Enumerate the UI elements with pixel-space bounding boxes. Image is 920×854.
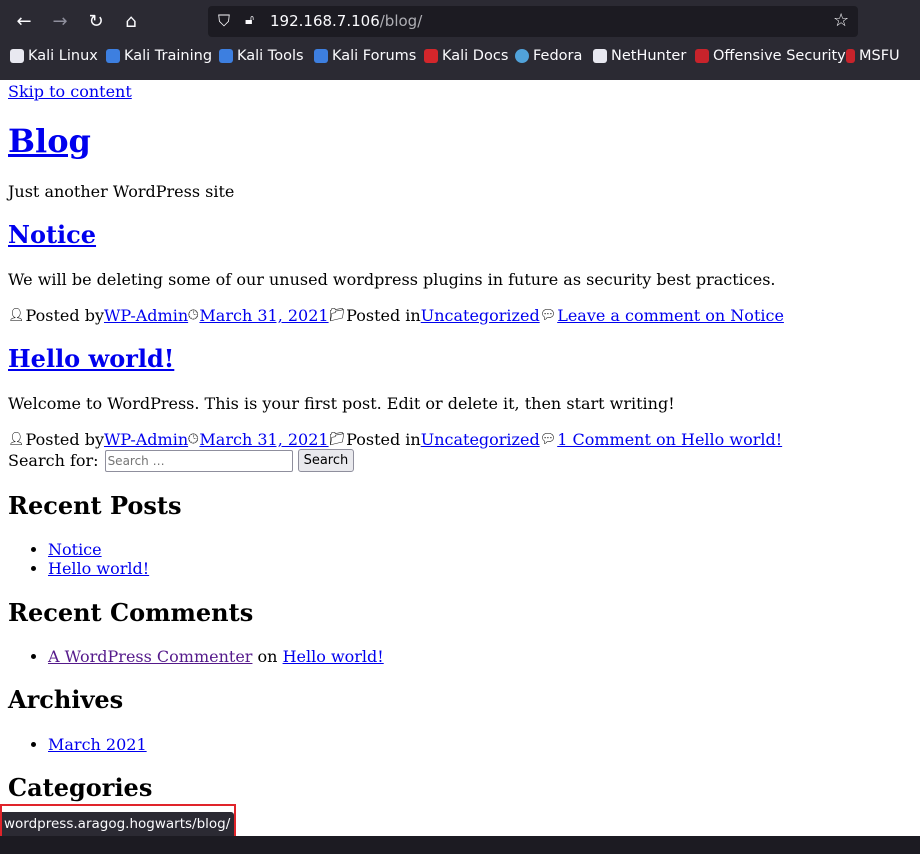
address-bar[interactable]: ⛉ 🔓︎ 192.168.7.106/blog/ ☆	[208, 6, 858, 37]
url-host: 192.168.7.106	[270, 12, 380, 30]
fedora-icon	[515, 49, 529, 63]
post-meta-hello-world: 👤︎ Posted by WP-Admin 🕒︎ March 31, 2021 …	[8, 430, 782, 449]
search-input[interactable]	[104, 449, 293, 472]
clock-icon: 🕒︎	[188, 308, 199, 323]
site-tagline: Just another WordPress site	[8, 182, 235, 201]
kali-tools-icon	[219, 49, 233, 63]
recent-comments-heading: Recent Comments	[8, 598, 254, 627]
bookmark-kali-docs[interactable]: Kali Docs	[424, 48, 508, 64]
back-arrow-icon[interactable]: ←	[11, 9, 37, 35]
bookmark-offensive-security[interactable]: Offensive Security	[695, 48, 846, 64]
author-link[interactable]: WP-Admin	[104, 306, 188, 325]
bookmark-label: Kali Tools	[237, 48, 304, 64]
categories-heading: Categories	[8, 773, 153, 802]
archive-link[interactable]: March 2021	[48, 735, 147, 754]
bookmark-label: Fedora	[533, 48, 583, 64]
offsec-icon	[695, 49, 709, 63]
bookmark-label: Kali Docs	[442, 48, 509, 64]
comment-icon: 💬︎	[539, 308, 557, 323]
kali-forums-icon	[314, 49, 328, 63]
kali-training-icon	[106, 49, 120, 63]
shield-icon[interactable]: ⛉	[218, 11, 230, 31]
folder-icon: 📁︎	[328, 432, 346, 447]
forward-arrow-icon[interactable]: →	[47, 9, 73, 35]
bookmark-label: Kali Training	[124, 48, 213, 64]
search-label: Search for:	[8, 451, 99, 470]
comments-link[interactable]: Leave a comment on Notice	[557, 306, 784, 325]
date-link[interactable]: March 31, 2021	[199, 306, 328, 325]
site-title[interactable]: Blog	[8, 122, 91, 160]
reload-icon[interactable]: ↻	[83, 9, 109, 35]
list-item: Hello world!	[48, 559, 149, 578]
url-text: 192.168.7.106/blog/	[270, 12, 422, 30]
post-body-hello-world: Welcome to WordPress. This is your first…	[8, 394, 675, 413]
on-word: on	[257, 647, 278, 666]
person-icon: 👤︎	[8, 432, 25, 447]
category-link[interactable]: Uncategorized	[421, 430, 540, 449]
browser-toolbar: ← → ↻ ⌂ ⛉ 🔓︎ 192.168.7.106/blog/ ☆ Kali …	[0, 0, 920, 80]
post-title-hello-world[interactable]: Hello world!	[8, 344, 174, 373]
bookmark-fedora[interactable]: Fedora	[515, 48, 582, 64]
post-meta-notice: 👤︎ Posted by WP-Admin 🕒︎ March 31, 2021 …	[8, 306, 784, 325]
taskbar	[0, 836, 920, 854]
list-item: March 2021	[48, 735, 147, 754]
bookmark-kali-forums[interactable]: Kali Forums	[314, 48, 416, 64]
list-item: A WordPress Commenter on Hello world!	[48, 647, 384, 666]
recent-posts-list: Notice Hello world!	[8, 540, 149, 578]
bookmark-label: NetHunter	[611, 48, 687, 64]
recent-post-link[interactable]: Hello world!	[48, 559, 149, 578]
bookmark-label: Kali Linux	[28, 48, 98, 64]
posted-by-label: Posted by	[25, 306, 104, 325]
search-form: Search for: Search	[8, 449, 355, 472]
url-path: /blog/	[379, 12, 423, 30]
date-link[interactable]: March 31, 2021	[199, 430, 328, 449]
bookmark-kali-tools[interactable]: Kali Tools	[219, 48, 304, 64]
clock-icon: 🕒︎	[188, 432, 199, 447]
posted-in-label: Posted in	[346, 430, 421, 449]
search-button[interactable]: Search	[297, 449, 355, 472]
folder-icon: 📁︎	[328, 308, 346, 323]
nethunter-icon	[593, 49, 607, 63]
skip-to-content-link[interactable]: Skip to content	[8, 82, 132, 101]
recent-comments-list: A WordPress Commenter on Hello world!	[8, 647, 384, 666]
list-item: Notice	[48, 540, 149, 559]
bookmark-kali-linux[interactable]: Kali Linux	[10, 48, 98, 64]
post-body-notice: We will be deleting some of our unused w…	[8, 270, 776, 289]
kali-logo-icon	[10, 49, 24, 63]
insecure-lock-icon[interactable]: 🔓︎	[245, 12, 254, 28]
comment-post-link[interactable]: Hello world!	[283, 647, 384, 666]
bookmark-label: MSFU	[859, 48, 900, 64]
bookmark-nethunter[interactable]: NetHunter	[593, 48, 686, 64]
bookmarks-bar: Kali Linux Kali Training Kali Tools Kali…	[0, 44, 920, 70]
category-link[interactable]: Uncategorized	[421, 306, 540, 325]
home-icon[interactable]: ⌂	[118, 9, 144, 35]
msfu-icon	[846, 49, 855, 63]
bookmark-msfu[interactable]: MSFU	[846, 48, 900, 64]
person-icon: 👤︎	[8, 308, 25, 323]
bookmark-label: Kali Forums	[332, 48, 417, 64]
recent-post-link[interactable]: Notice	[48, 540, 102, 559]
posted-by-label: Posted by	[25, 430, 104, 449]
author-link[interactable]: WP-Admin	[104, 430, 188, 449]
bookmark-star-icon[interactable]: ☆	[833, 10, 849, 31]
bookmark-label: Offensive Security	[713, 48, 846, 64]
recent-posts-heading: Recent Posts	[8, 491, 182, 520]
comment-icon: 💬︎	[539, 432, 557, 447]
archives-heading: Archives	[8, 685, 124, 714]
kali-docs-icon	[424, 49, 438, 63]
archives-list: March 2021	[8, 735, 147, 754]
comments-link[interactable]: 1 Comment on Hello world!	[557, 430, 782, 449]
bookmark-kali-training[interactable]: Kali Training	[106, 48, 212, 64]
comment-author-link[interactable]: A WordPress Commenter	[48, 647, 252, 666]
post-title-notice[interactable]: Notice	[8, 220, 96, 249]
posted-in-label: Posted in	[346, 306, 421, 325]
